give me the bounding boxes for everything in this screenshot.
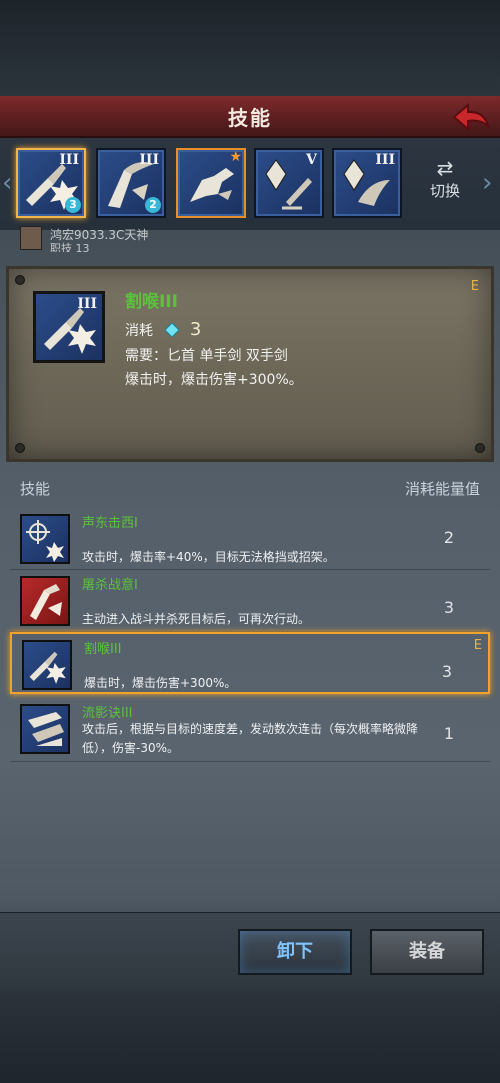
bottom-action-bar: 卸下 装备 [0, 912, 500, 988]
skill-list-item[interactable]: 屠杀战意I 主动进入战斗并杀死目标后，可再次行动。 3 [10, 570, 490, 632]
skill-name: 流影诀III [82, 706, 133, 721]
skill-name: 声东击西I [82, 516, 138, 531]
list-header-skill: 技能 [20, 480, 51, 498]
switch-button[interactable]: ⇄ 切换 [422, 156, 468, 212]
scroll-left-icon[interactable]: ‹ [2, 168, 16, 198]
skill-icon [22, 640, 72, 690]
skill-list-item[interactable]: 声东击西I 攻击时，爆击率+40%，目标无法格挡或招架。 2 [10, 508, 490, 570]
detail-cost: 消耗 3 [125, 319, 201, 340]
swap-arrows-icon: ⇄ [436, 156, 454, 180]
throat-slash-icon [29, 651, 66, 684]
target-strike-icon [26, 520, 64, 562]
skill-cost: 3 [443, 598, 454, 617]
back-arrow-icon[interactable] [450, 100, 492, 134]
skill-slot-4[interactable]: V [254, 148, 324, 218]
skill-icon [20, 576, 70, 626]
pin-icon [15, 443, 25, 453]
character-row: 鸿宏9033.3C天神 职技 13 [20, 226, 220, 252]
pin-icon [15, 275, 25, 285]
slot-level: V [306, 152, 317, 168]
skill-description: 主动进入战斗并杀死目标后，可再次行动。 [82, 612, 311, 626]
slot-level: III [139, 152, 159, 168]
skill-icon [20, 514, 70, 564]
slot-level: III [59, 152, 79, 168]
skill-description: 攻击时，爆击率+40%，目标无法格挡或招架。 [82, 550, 335, 564]
detail-requirement: 需要：匕首 单手剑 双手剑 [125, 348, 288, 364]
skill-cost: 3 [441, 662, 452, 681]
detail-skill-icon: III [33, 291, 105, 363]
title-bar: 技能 [0, 96, 500, 138]
skill-detail-card: III 割喉III E 消耗 3 需要：匕首 单手剑 双手剑 爆击时，爆击伤害+… [6, 266, 494, 462]
skill-list-header: 技能 消耗能量值 [0, 474, 500, 504]
cost-label: 消耗 [125, 323, 153, 339]
skill-list-item[interactable]: 流影诀III 攻击后，根据与目标的速度差，发动数次连击（每次概率略微降低），伤害… [10, 698, 490, 762]
list-header-cost: 消耗能量值 [404, 480, 480, 498]
skill-name: 屠杀战意I [82, 578, 138, 593]
skill-description: 爆击时，爆击伤害+300%。 [84, 676, 237, 690]
switch-label: 切换 [429, 182, 460, 200]
slot-count-badge: 2 [145, 197, 161, 213]
skill-slot-2[interactable]: III 2 [96, 148, 166, 218]
slot-count-badge: 3 [65, 197, 81, 213]
character-level: 职技 13 [50, 242, 90, 252]
skill-slot-3[interactable]: ★ [176, 148, 246, 218]
energy-gem-icon [165, 323, 180, 337]
unequip-button[interactable]: 卸下 [238, 929, 352, 975]
equip-button[interactable]: 装备 [370, 929, 484, 975]
detail-skill-name: 割喉III [125, 292, 178, 312]
skill-cost: 2 [443, 528, 454, 547]
page-title: 技能 [228, 105, 272, 130]
skill-slot-1[interactable]: III 3 [16, 148, 86, 218]
skill-icon [20, 704, 70, 754]
avatar [20, 226, 42, 250]
cost-value: 3 [189, 319, 202, 340]
skill-list-item-selected[interactable]: 割喉III 爆击时，爆击伤害+300%。 3 E [10, 632, 490, 694]
skill-cost: 1 [443, 724, 454, 743]
pin-icon [475, 443, 485, 453]
skill-name: 割喉III [84, 642, 122, 657]
slot-level: III [375, 152, 395, 168]
detail-level: III [77, 296, 97, 312]
flowing-shadow-icon [28, 712, 64, 746]
scroll-right-icon[interactable]: › [482, 168, 496, 198]
detail-rank: E [470, 279, 479, 294]
detail-description: 爆击时，爆击伤害+300%。 [125, 372, 303, 388]
skill-rank: E [473, 638, 482, 653]
slaughter-icon [30, 584, 62, 620]
skill-description: 攻击后，根据与目标的速度差，发动数次连击（每次概率略微降低），伤害-30%。 [82, 722, 419, 755]
skill-slot-5[interactable]: III [332, 148, 402, 218]
top-area [0, 0, 500, 96]
equipped-skill-strip: ‹ III 3 III 2 ★ V III ⇄ 切换 › [0, 138, 500, 230]
star-icon: ★ [229, 149, 242, 165]
